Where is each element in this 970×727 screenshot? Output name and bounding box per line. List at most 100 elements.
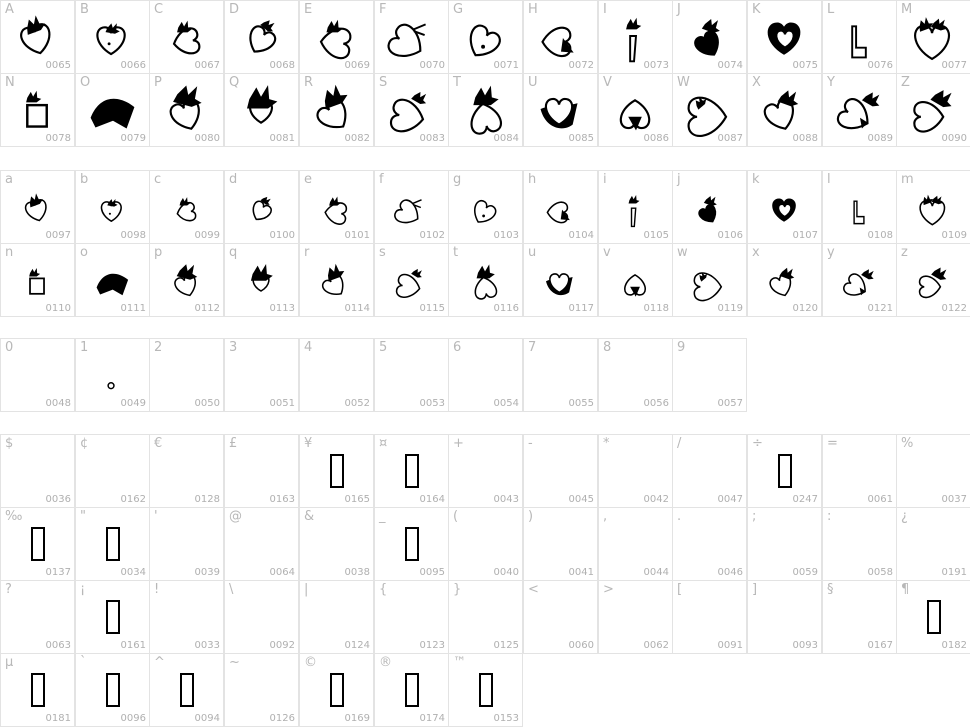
glyph-cell[interactable]: L 0076: [822, 0, 897, 74]
glyph-cell[interactable]: i 0105: [598, 170, 673, 244]
glyph-cell[interactable]: d 0100: [224, 170, 299, 244]
glyph-cell[interactable]: f 0102: [374, 170, 449, 244]
glyph-cell[interactable]: U 0085: [523, 73, 598, 147]
glyph-cell[interactable]: ‰ 0137: [0, 507, 75, 581]
glyph-cell[interactable]: 4 0052: [299, 338, 374, 412]
glyph-cell[interactable]: 3 0051: [224, 338, 299, 412]
glyph-cell[interactable]: g 0103: [448, 170, 523, 244]
glyph-cell[interactable]: k 0107: [747, 170, 822, 244]
glyph-cell[interactable]: @0064: [224, 507, 299, 581]
glyph-cell[interactable]: ^ 0094: [149, 653, 224, 727]
glyph-cell[interactable]: v 0118: [598, 243, 673, 317]
glyph-cell[interactable]: / 0047: [672, 434, 747, 508]
glyph-cell[interactable]: \ 0092: [224, 580, 299, 654]
glyph-cell[interactable]: s 0115: [374, 243, 449, 317]
glyph-cell[interactable]: l 0108: [822, 170, 897, 244]
glyph-cell[interactable]: (0040: [448, 507, 523, 581]
glyph-cell[interactable]: ; 0059: [747, 507, 822, 581]
glyph-cell[interactable]: 8 0056: [598, 338, 673, 412]
glyph-cell[interactable]: Z 0090: [896, 73, 970, 147]
glyph-cell[interactable]: <0060: [523, 580, 598, 654]
glyph-cell[interactable]: E 0069: [299, 0, 374, 74]
glyph-cell[interactable]: µ 0181: [0, 653, 75, 727]
glyph-cell[interactable]: [0091: [672, 580, 747, 654]
glyph-cell[interactable]: e 0101: [299, 170, 374, 244]
glyph-cell[interactable]: $0036: [0, 434, 75, 508]
glyph-cell[interactable]: " 0034: [75, 507, 150, 581]
glyph-cell[interactable]: & 0038: [299, 507, 374, 581]
glyph-cell[interactable]: £0163: [224, 434, 299, 508]
glyph-cell[interactable]: n 0110: [0, 243, 75, 317]
glyph-cell[interactable]: Q 0081: [224, 73, 299, 147]
glyph-cell[interactable]: ¿ 0191: [896, 507, 970, 581]
glyph-cell[interactable]: A 0065: [0, 0, 75, 74]
glyph-cell[interactable]: ! 0033: [149, 580, 224, 654]
glyph-cell[interactable]: ¥0165: [299, 434, 374, 508]
glyph-cell[interactable]: | 0124: [299, 580, 374, 654]
glyph-cell[interactable]: M 0077: [896, 0, 970, 74]
glyph-cell[interactable]: ) 0041: [523, 507, 598, 581]
glyph-cell[interactable]: ¡ 0161: [75, 580, 150, 654]
glyph-cell[interactable]: 6 0054: [448, 338, 523, 412]
glyph-cell[interactable]: , 0044: [598, 507, 673, 581]
glyph-cell[interactable]: ÷ 0247: [747, 434, 822, 508]
glyph-cell[interactable]: t 0116: [448, 243, 523, 317]
glyph-cell[interactable]: V 0086: [598, 73, 673, 147]
glyph-cell[interactable]: y 0121: [822, 243, 897, 317]
glyph-cell[interactable]: X 0088: [747, 73, 822, 147]
glyph-cell[interactable]: 0 0048: [0, 338, 75, 412]
glyph-cell[interactable]: j 0106: [672, 170, 747, 244]
glyph-cell[interactable]: ¢ 0162: [75, 434, 150, 508]
glyph-cell[interactable]: F 0070: [374, 0, 449, 74]
glyph-cell[interactable]: S 0083: [374, 73, 449, 147]
glyph-cell[interactable]: p 0112: [149, 243, 224, 317]
glyph-cell[interactable]: q 0113: [224, 243, 299, 317]
glyph-cell[interactable]: h 0104: [523, 170, 598, 244]
glyph-cell[interactable]: z 0122: [896, 243, 970, 317]
glyph-cell[interactable]: ` 0096: [75, 653, 150, 727]
glyph-cell[interactable]: {0123: [374, 580, 449, 654]
glyph-cell[interactable]: ¶ 0182: [896, 580, 970, 654]
glyph-cell[interactable]: K 0075: [747, 0, 822, 74]
glyph-cell[interactable]: 9 0057: [672, 338, 747, 412]
glyph-cell[interactable]: N 0078: [0, 73, 75, 147]
glyph-cell[interactable]: © 0169: [299, 653, 374, 727]
glyph-cell[interactable]: § 0167: [822, 580, 897, 654]
glyph-cell[interactable]: 5 0053: [374, 338, 449, 412]
glyph-cell[interactable]: 7 0055: [523, 338, 598, 412]
glyph-cell[interactable]: c 0099: [149, 170, 224, 244]
glyph-cell[interactable]: Y 0089: [822, 73, 897, 147]
glyph-cell[interactable]: J 0074: [672, 0, 747, 74]
glyph-cell[interactable]: 1 0049: [75, 338, 150, 412]
glyph-cell[interactable]: ~0126: [224, 653, 299, 727]
glyph-cell[interactable]: >0062: [598, 580, 673, 654]
glyph-cell[interactable]: T 0084: [448, 73, 523, 147]
glyph-cell[interactable]: o 0111: [75, 243, 150, 317]
glyph-cell[interactable]: R 0082: [299, 73, 374, 147]
glyph-cell[interactable]: % 0037: [896, 434, 970, 508]
glyph-cell[interactable]: ] 0093: [747, 580, 822, 654]
glyph-cell[interactable]: . 0046: [672, 507, 747, 581]
glyph-cell[interactable]: w 0119: [672, 243, 747, 317]
glyph-cell[interactable]: W 0087: [672, 73, 747, 147]
glyph-cell[interactable]: a 0097: [0, 170, 75, 244]
glyph-cell[interactable]: €0128: [149, 434, 224, 508]
glyph-cell[interactable]: H 0072: [523, 0, 598, 74]
glyph-cell[interactable]: * 0042: [598, 434, 673, 508]
glyph-cell[interactable]: +0043: [448, 434, 523, 508]
glyph-cell[interactable]: O 0079: [75, 73, 150, 147]
glyph-cell[interactable]: ® 0174: [374, 653, 449, 727]
glyph-cell[interactable]: C 0067: [149, 0, 224, 74]
glyph-cell[interactable]: } 0125: [448, 580, 523, 654]
glyph-cell[interactable]: B 0066: [75, 0, 150, 74]
glyph-cell[interactable]: - 0045: [523, 434, 598, 508]
glyph-cell[interactable]: D 0068: [224, 0, 299, 74]
glyph-cell[interactable]: b 0098: [75, 170, 150, 244]
glyph-cell[interactable]: ¤ 0164: [374, 434, 449, 508]
glyph-cell[interactable]: r 0114: [299, 243, 374, 317]
glyph-cell[interactable]: ? 0063: [0, 580, 75, 654]
glyph-cell[interactable]: G 0071: [448, 0, 523, 74]
glyph-cell[interactable]: : 0058: [822, 507, 897, 581]
glyph-cell[interactable]: _ 0095: [374, 507, 449, 581]
glyph-cell[interactable]: m 0109: [896, 170, 970, 244]
